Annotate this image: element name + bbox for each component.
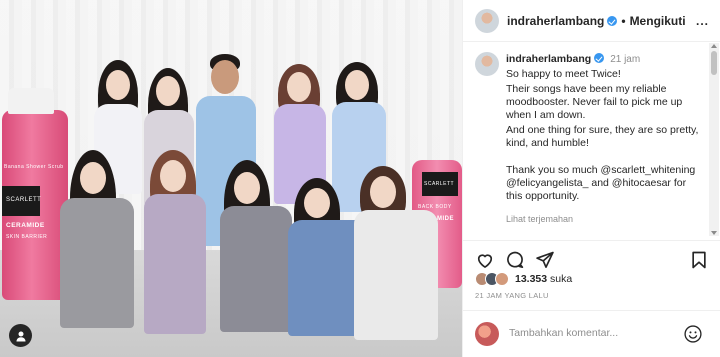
emoji-icon[interactable] [683,324,703,344]
see-translation-link[interactable]: Lihat terjemahan [506,213,702,226]
bottle-cap [8,88,54,114]
user-tags-icon[interactable] [9,324,32,347]
liker-avatar [495,272,509,286]
bottle-brand-text: SCARLETT [424,181,455,187]
comment-input[interactable] [509,327,669,339]
caption-text: So happy to meet Twice! Their songs have… [506,68,702,203]
caption-header: indraherlambang 21 jam [506,53,702,66]
product-bottle-left: SCARLETT Banana Shower Scrub CERAMIDE SK… [2,88,68,300]
header-avatar[interactable] [475,9,499,33]
header-username[interactable]: indraherlambang [507,14,604,28]
caption-line: So happy to meet Twice! [506,68,621,80]
caption-area: indraherlambang 21 jam So happy to meet T… [463,43,709,236]
bottle-logo-block: SCARLETT [422,172,458,196]
comment-icon[interactable] [505,250,525,270]
post-side-panel: indraherlambang • Mengikuti ... indraherla… [462,0,720,357]
header-separator: • [621,14,626,28]
bottle-logo-block: SCARLETT [2,186,42,216]
verified-badge-icon [594,53,605,63]
bottle-product-text: Banana Shower Scrub [4,164,64,170]
heart-icon[interactable] [475,250,495,270]
caption-line-gap [506,150,702,162]
bottle-brand-text: SCARLETT [6,197,42,203]
caption-line: Their songs have been my reliable moodbo… [506,83,683,121]
bookmark-icon[interactable] [689,250,709,270]
bottle-ceramide-text: CERAMIDE [6,222,45,229]
header-user-line: indraherlambang • Mengikuti [507,14,686,28]
post-photo[interactable]: SCARLETT Banana Shower Scrub CERAMIDE SK… [0,0,462,357]
caption-username[interactable]: indraherlambang [506,53,591,65]
bottle-barrier-text: SKIN BARRIER [6,234,48,240]
caption-line: Thank you so much @scarlett_whitening @f… [506,164,696,202]
add-comment-bar [463,310,720,357]
likes-count[interactable]: 13.353 suka [515,273,572,285]
post-header: indraherlambang • Mengikuti ... [463,0,720,42]
likes-row[interactable]: 13.353 suka [475,270,572,288]
more-options-button[interactable]: ... [696,14,709,28]
scroll-down-arrow-icon[interactable] [711,231,717,235]
verified-badge-icon [607,16,618,26]
caption-avatar[interactable] [475,52,499,76]
post-date[interactable]: 21 JAM YANG LALU [475,291,549,300]
scrollbar-thumb[interactable] [711,51,717,75]
following-button[interactable]: Mengikuti [630,14,686,28]
current-user-avatar [475,322,499,346]
caption-time[interactable]: 21 jam [610,54,640,65]
share-icon[interactable] [535,250,555,270]
caption-scrollbar[interactable] [709,43,719,236]
likes-suffix: suka [550,273,573,285]
caption-line: And one thing for sure, they are so pret… [506,124,699,149]
caption: indraherlambang 21 jam So happy to meet T… [506,53,702,226]
scroll-up-arrow-icon[interactable] [711,44,717,48]
likes-number: 13.353 [515,273,548,285]
